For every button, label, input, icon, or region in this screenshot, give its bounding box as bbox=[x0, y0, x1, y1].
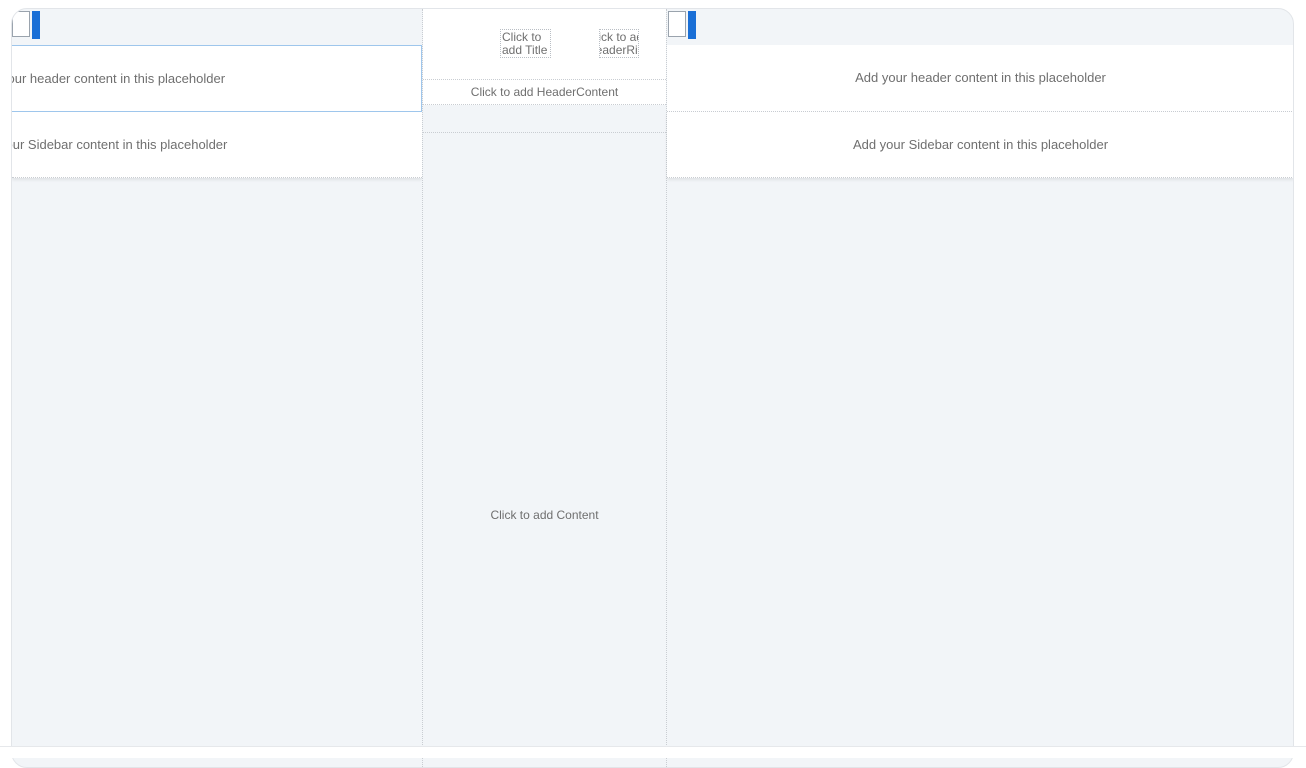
left-header-placeholder[interactable]: your header content in this placeholder bbox=[12, 45, 422, 112]
toggle-accent-bar bbox=[32, 11, 40, 39]
header-right-placeholder[interactable]: Click to add HeaderRight bbox=[599, 29, 639, 58]
sidebar-toggle-icon bbox=[12, 11, 30, 37]
left-header-placeholder-text: your header content in this placeholder bbox=[12, 70, 226, 86]
right-header-placeholder-text: Add your header content in this placehol… bbox=[855, 70, 1106, 85]
right-pane-toggle[interactable] bbox=[668, 11, 696, 39]
middle-column: Click to add Title Click to add HeaderRi… bbox=[422, 9, 667, 767]
layout-canvas: your header content in this placeholder … bbox=[11, 8, 1294, 768]
middle-spacer bbox=[423, 105, 666, 133]
header-right-placeholder-text: Click to add HeaderRight bbox=[599, 30, 638, 57]
title-placeholder-text: Click to add Title bbox=[502, 30, 548, 57]
left-pane-toggle[interactable] bbox=[12, 11, 40, 39]
toggle-accent-bar bbox=[688, 11, 696, 39]
right-header-placeholder[interactable]: Add your header content in this placehol… bbox=[667, 45, 1293, 112]
sidebar-toggle-icon bbox=[668, 11, 686, 37]
header-content-placeholder-text: Click to add HeaderContent bbox=[470, 85, 619, 99]
right-sidebar-placeholder[interactable]: Add your Sidebar content in this placeho… bbox=[667, 112, 1293, 178]
bottom-strip bbox=[0, 746, 1306, 758]
middle-header-area: Click to add Title Click to add HeaderRi… bbox=[423, 9, 666, 80]
left-pane: your header content in this placeholder … bbox=[12, 9, 422, 767]
title-placeholder[interactable]: Click to add Title bbox=[500, 29, 551, 58]
right-pane: Add your header content in this placehol… bbox=[667, 9, 1293, 767]
content-placeholder[interactable]: Click to add Content bbox=[423, 133, 666, 753]
content-placeholder-text: Click to add Content bbox=[490, 508, 599, 522]
header-content-placeholder[interactable]: Click to add HeaderContent bbox=[423, 80, 666, 105]
right-sidebar-placeholder-text: Add your Sidebar content in this placeho… bbox=[852, 136, 1109, 152]
left-sidebar-placeholder-text: your Sidebar content in this placeholder bbox=[12, 136, 228, 152]
left-sidebar-placeholder[interactable]: your Sidebar content in this placeholder bbox=[12, 112, 422, 178]
